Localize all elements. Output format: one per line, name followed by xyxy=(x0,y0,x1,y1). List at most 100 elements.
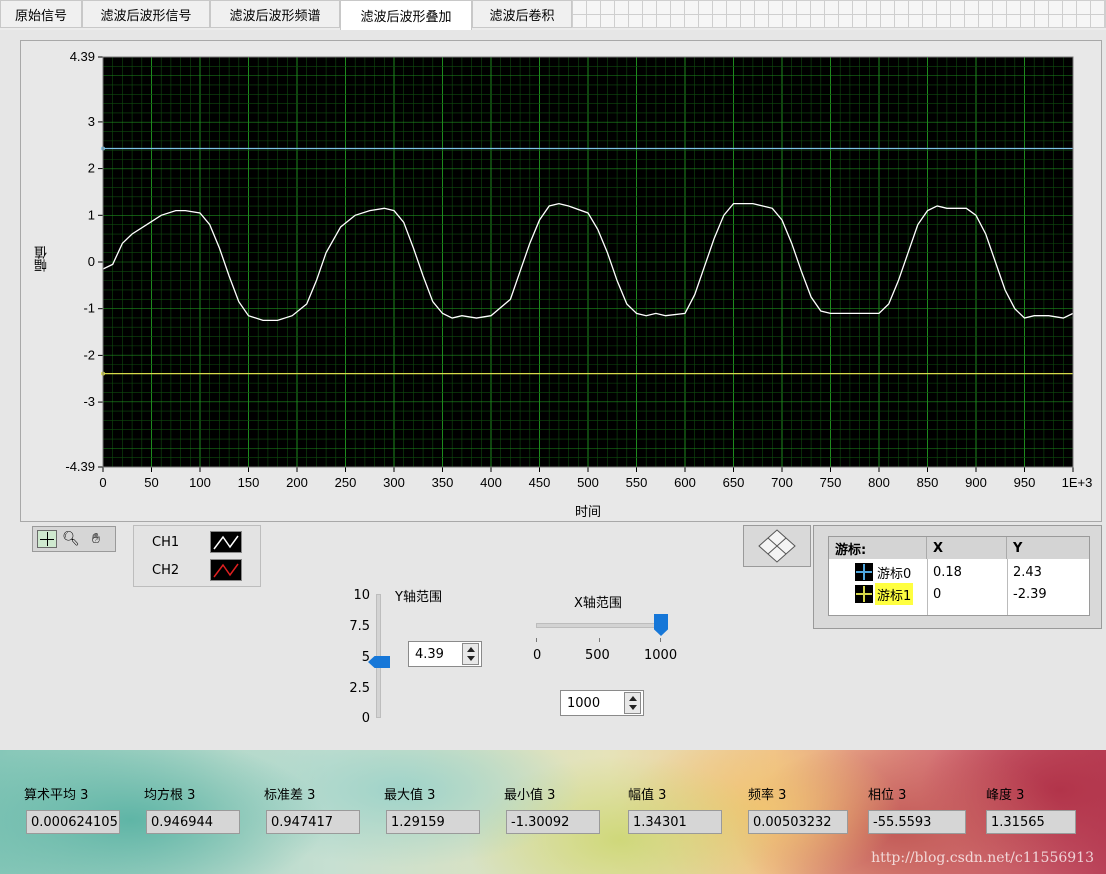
cursor-header-x: X xyxy=(927,537,1007,559)
stat-label-min: 最小值 3 xyxy=(504,788,556,803)
cursor-table: 游标: X Y 游标0 0.18 2.43 游标1 0 -2.39 xyxy=(828,536,1090,616)
y-slider-tick: 10 xyxy=(353,588,370,603)
cursor-name: 游标0 xyxy=(877,566,912,582)
tab-label: 滤波后波形叠加 xyxy=(360,10,452,25)
graph-palette: 🔍︎ ✋︎ xyxy=(32,526,116,552)
stat-label-rms: 均方根 3 xyxy=(144,788,196,803)
x-tick-label: 900 xyxy=(965,475,987,490)
x-tick-label: 400 xyxy=(480,475,502,490)
tab-label: 滤波后卷积 xyxy=(489,8,555,24)
cursor-legend: 游标: X Y 游标0 0.18 2.43 游标1 0 -2.39 xyxy=(813,525,1102,629)
stat-label-frequency: 频率 3 xyxy=(748,788,787,803)
legend-item-ch1[interactable]: CH1 xyxy=(134,529,262,555)
cursor-x-value: 0.18 xyxy=(933,564,962,580)
tab-label: 原始信号 xyxy=(14,8,67,24)
x-tick-label: 350 xyxy=(432,475,454,490)
cursor-header-y: Y xyxy=(1007,537,1089,559)
ch1-swatch-icon xyxy=(210,531,242,553)
y-tick-label: -4.39 xyxy=(65,459,95,474)
x-range-slider[interactable]: 0 500 1000 xyxy=(533,612,678,663)
stat-value-frequency: 0.00503232 xyxy=(748,810,848,834)
legend-label: CH2 xyxy=(152,562,180,578)
x-tick-label: 500 xyxy=(577,475,599,490)
x-tick-label: 950 xyxy=(1014,475,1036,490)
y-slider-tick: 7.5 xyxy=(349,619,370,634)
legend-label: CH1 xyxy=(152,534,180,550)
stat-label-kurtosis: 峰度 3 xyxy=(986,788,1025,803)
cursor-x-value: 0 xyxy=(933,586,942,602)
cursor-row-0[interactable]: 游标0 0.18 2.43 xyxy=(829,561,1089,583)
stat-value-amplitude: 1.34301 xyxy=(628,810,722,834)
x-tick-label: 850 xyxy=(917,475,939,490)
x-tick-label: 450 xyxy=(529,475,551,490)
y-tick-label: -2 xyxy=(83,347,95,362)
cursor-y-value: -2.39 xyxy=(1013,586,1047,602)
cursor-mover-button[interactable] xyxy=(743,525,811,567)
x-range-title: X轴范围 xyxy=(574,596,622,611)
y-tick-label: 3 xyxy=(88,114,95,129)
tab-filtered-signal[interactable]: 滤波后波形信号 xyxy=(82,0,210,28)
x-tick-label: 250 xyxy=(335,475,357,490)
x-range-value: 1000 xyxy=(567,695,601,711)
tab-bar: 原始信号 滤波后波形信号 滤波后波形频谱 滤波后波形叠加 滤波后卷积 xyxy=(0,0,1106,30)
stat-value-min: -1.30092 xyxy=(506,810,600,834)
watermark: http://blog.csdn.net/c11556913 xyxy=(871,850,1094,866)
x-tick-label: 750 xyxy=(820,475,842,490)
x-tick-label: 600 xyxy=(674,475,696,490)
x-tick-label: 700 xyxy=(771,475,793,490)
stat-label-max: 最大值 3 xyxy=(384,788,436,803)
y-range-title: Y轴范围 xyxy=(395,590,442,605)
x-slider-track xyxy=(536,623,662,628)
cursor-row-1[interactable]: 游标1 0 -2.39 xyxy=(829,583,1089,605)
cursor0-marker-icon xyxy=(855,563,873,581)
y-slider-tick: 5 xyxy=(361,650,370,665)
x-slider-tick: 0 xyxy=(533,648,542,663)
tab-raw-signal[interactable]: 原始信号 xyxy=(0,0,82,28)
plot-area[interactable]: 4.39 3 2 1 0 -1 -2 -3 -4.39 0 50 100 150 200 250 300 350… xyxy=(21,41,1103,523)
stat-value-kurtosis: 1.31565 xyxy=(986,810,1076,834)
stat-label-amplitude: 幅值 3 xyxy=(628,788,667,803)
y-slider-tick: 0 xyxy=(361,711,370,726)
y-tick-label: 0 xyxy=(88,254,95,269)
x-tick-label: 50 xyxy=(144,475,158,490)
tab-filtered-spectrum[interactable]: 滤波后波形频谱 xyxy=(210,0,340,28)
x-range-spinner[interactable] xyxy=(624,692,641,714)
plot-legend: CH1 CH2 xyxy=(133,525,261,587)
x-tick-label: 1E+3 xyxy=(1062,475,1093,490)
cursor-move-tool-icon[interactable] xyxy=(37,530,57,548)
tab-label: 滤波后波形频谱 xyxy=(229,8,321,24)
cursor-name: 游标1 xyxy=(875,583,914,605)
waveform-graph: 幅值 时间 4.39 3 2 1 0 -1 -2 -3 -4.39 0 50 100 150 200 250… xyxy=(20,40,1102,522)
x-tick-label: 200 xyxy=(286,475,308,490)
x-tick-label: 650 xyxy=(723,475,745,490)
y-tick-label: 2 xyxy=(88,161,95,176)
ch2-swatch-icon xyxy=(210,559,242,581)
pan-hand-tool-icon[interactable]: ✋︎ xyxy=(85,530,107,548)
x-tick-label: 100 xyxy=(189,475,211,490)
diamond-arrows-icon xyxy=(758,529,796,563)
zoom-tool-icon[interactable]: 🔍︎ xyxy=(61,530,81,548)
stat-value-mean: 0.000624105 xyxy=(26,810,120,834)
stat-label-mean: 算术平均 3 xyxy=(24,788,89,803)
x-tick-label: 0 xyxy=(99,475,106,490)
x-tick-label: 800 xyxy=(868,475,890,490)
y-range-spinner[interactable] xyxy=(462,643,479,665)
x-slider-tick: 1000 xyxy=(644,648,678,663)
stat-value-rms: 0.946944 xyxy=(146,810,240,834)
x-slider-thumb[interactable] xyxy=(654,614,668,636)
y-tick-label: 1 xyxy=(88,207,95,222)
cursor-y-value: 2.43 xyxy=(1013,564,1042,580)
legend-item-ch2[interactable]: CH2 xyxy=(134,557,262,583)
y-tick-label: -1 xyxy=(83,301,95,316)
x-tick-label: 150 xyxy=(238,475,260,490)
y-range-slider[interactable]: 10 7.5 5 2.5 0 xyxy=(340,588,400,726)
tab-filtered-convolution[interactable]: 滤波后卷积 xyxy=(472,0,572,28)
tab-label: 滤波后波形信号 xyxy=(100,8,192,24)
tab-filtered-overlay[interactable]: 滤波后波形叠加 xyxy=(340,0,472,30)
statistics-panel: 算术平均 3 0.000624105 均方根 3 0.946944 标准差 3 … xyxy=(0,750,1106,874)
stat-value-max: 1.29159 xyxy=(386,810,480,834)
y-tick-label: -3 xyxy=(83,394,95,409)
y-slider-thumb[interactable] xyxy=(368,656,390,668)
stat-label-stddev: 标准差 3 xyxy=(264,788,316,803)
x-tick-label: 550 xyxy=(626,475,648,490)
